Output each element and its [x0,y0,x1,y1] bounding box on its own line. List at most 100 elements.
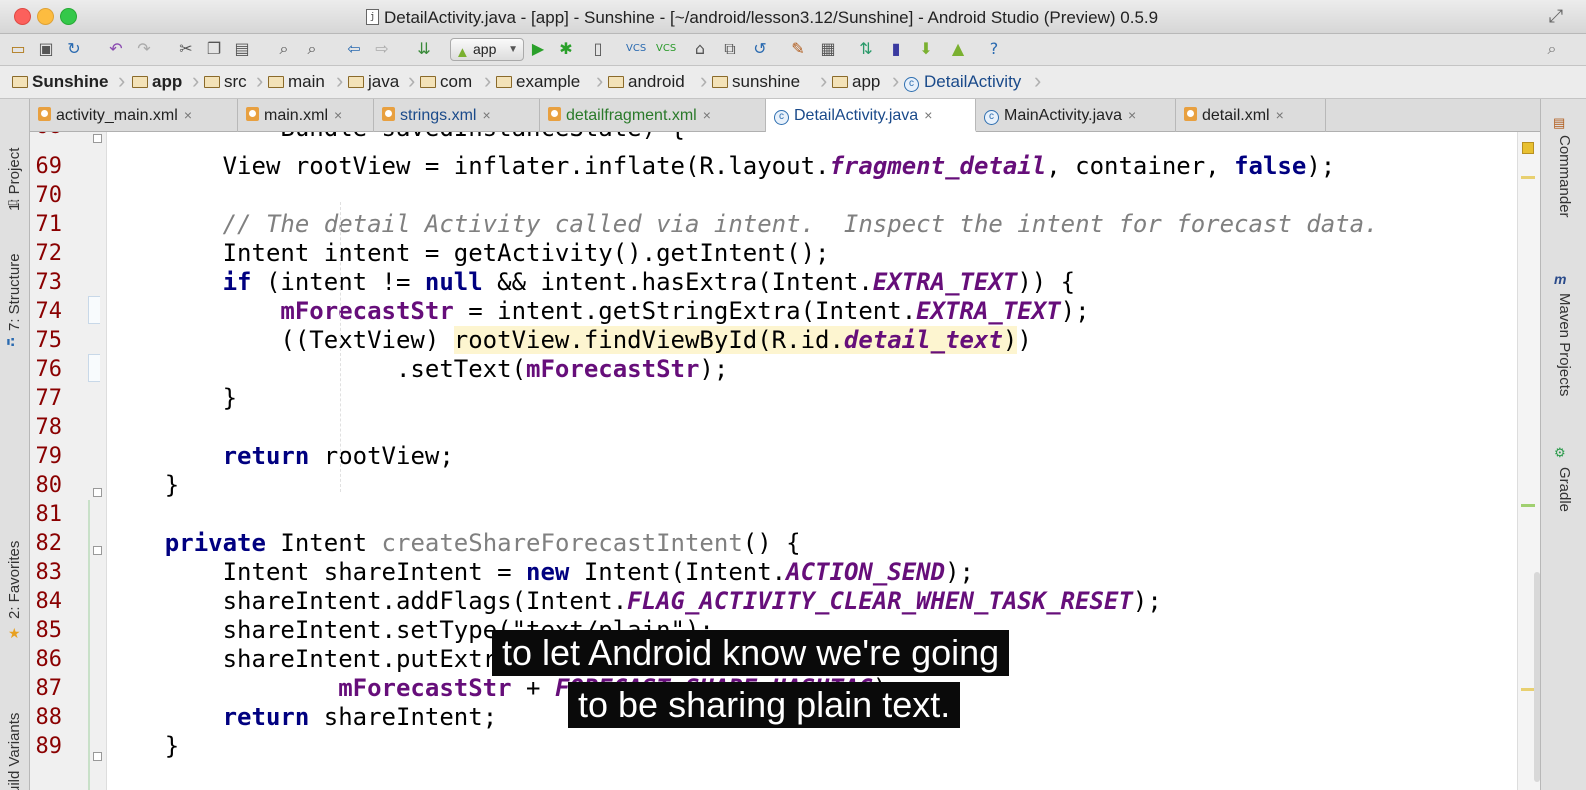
avd-manager-icon[interactable]: ▮ [886,39,906,59]
breadcrumb-item[interactable]: java [348,71,399,93]
project-structure-icon[interactable]: ▦ [818,39,838,59]
package-icon [712,76,728,88]
breadcrumb-item[interactable]: src [204,71,247,93]
attach-debugger-icon[interactable]: ▯ [588,39,608,59]
save-icon[interactable]: ▣ [36,39,56,59]
editor-marker-bar[interactable] [1517,132,1540,790]
code-line: shareIntent.addFlags(Intent.FLAG_ACTIVIT… [107,587,1162,615]
fold-marker-icon[interactable] [93,488,102,497]
breadcrumb-separator: › [256,68,264,93]
tool-tab-gradle[interactable]: Gradle [1556,467,1573,512]
warning-indicator-icon[interactable] [1522,142,1534,154]
debug-icon[interactable]: ✱ [556,39,576,59]
open-folder-icon[interactable]: ▭ [8,39,28,59]
code-line: private Intent createShareForecastIntent… [164,529,801,557]
line-number: 76 [35,357,63,382]
run-icon[interactable]: ▶ [528,39,548,59]
breadcrumb-item[interactable]: sunshine [712,71,800,93]
line-number: 71 [35,212,63,237]
breadcrumb-item[interactable]: android [608,71,685,93]
fullscreen-icon[interactable]: ⤢ [1546,7,1566,27]
minimize-window-button[interactable] [37,8,54,25]
tool-tab-structure[interactable]: 7: Structure [6,253,23,331]
breadcrumb-item[interactable]: app [832,71,880,93]
tab-detail-xml[interactable]: detail.xml × [1176,99,1326,132]
gradle-sync-icon[interactable]: ⇅ [856,39,876,59]
breadcrumb-item[interactable]: Sunshine [12,71,109,93]
tab-activity-main-xml[interactable]: activity_main.xml × [30,99,238,132]
close-tab-icon[interactable]: × [1128,107,1136,123]
line-number: 68 [30,132,63,141]
back-icon[interactable]: ⇦ [344,39,364,59]
tab-main-xml[interactable]: main.xml × [238,99,374,132]
sync-icon[interactable]: ↻ [64,39,84,59]
copy-icon[interactable]: ❐ [204,39,224,59]
paste-icon[interactable]: ▤ [232,39,252,59]
compare-icon[interactable]: ⧉ [720,39,740,59]
star-icon: ★ [8,625,21,641]
line-number: 74 [35,299,63,324]
cut-icon[interactable]: ✂ [176,39,196,59]
breadcrumb-item[interactable]: app [132,71,182,93]
line-number: 88 [35,705,63,730]
left-tool-strip: 1: Project ▭ 7: Structure ⑆ 2: Favorites… [0,99,30,790]
close-tab-icon[interactable]: × [482,107,490,123]
maven-icon: m [1554,271,1567,287]
code-line: .setText(mForecastStr); [107,355,729,383]
close-tab-icon[interactable]: × [334,107,342,123]
make-project-icon[interactable]: ⇊ [414,39,434,59]
settings-icon[interactable]: ✎ [788,39,808,59]
error-stripe[interactable] [1521,176,1535,179]
search-everywhere-icon[interactable]: ⌕ [1542,39,1562,59]
tool-tab-maven-projects[interactable]: Maven Projects [1556,293,1573,396]
close-tab-icon[interactable]: × [184,107,192,123]
tab-detailfragment-xml[interactable]: detailfragment.xml × [540,99,766,132]
error-stripe[interactable] [1521,688,1535,691]
close-tab-icon[interactable]: × [924,107,932,123]
close-tab-icon[interactable]: × [703,107,711,123]
tab-strings-xml[interactable]: strings.xml × [374,99,540,132]
vcs-history-icon[interactable]: ⌂ [690,39,710,59]
folder-icon [12,76,28,88]
close-window-button[interactable] [14,8,31,25]
line-number: 75 [35,328,63,353]
android-icon: ▲ [455,44,470,61]
sdk-manager-icon[interactable]: ⬇ [916,39,936,59]
tool-tab-favorites[interactable]: 2: Favorites [6,541,23,619]
zoom-window-button[interactable] [60,8,77,25]
redo-icon[interactable]: ↷ [134,39,154,59]
vcs-commit-icon[interactable]: VCS [656,39,676,59]
fold-marker-icon[interactable] [93,134,102,143]
breadcrumb-item[interactable]: com [420,71,472,93]
breadcrumb-item[interactable]: c DetailActivity [904,71,1021,93]
run-configuration-select[interactable]: ▲ app ▼ [450,38,524,61]
breadcrumb-separator: › [336,68,344,93]
error-stripe[interactable] [1521,504,1535,507]
window-title: DetailActivity.java - [app] - Sunshine -… [384,8,1159,27]
code-line-partial: Bundle savedInstanceState) { [107,132,685,143]
line-number: 89 [35,734,63,759]
breadcrumb-item[interactable]: example [496,71,580,93]
tool-tab-commander[interactable]: Commander [1556,135,1573,218]
class-icon: c [904,77,919,92]
fold-marker-icon[interactable] [93,546,102,555]
vcs-update-icon[interactable]: VCS [626,39,646,59]
revert-icon[interactable]: ↺ [750,39,770,59]
help-icon[interactable]: ? [984,39,1004,59]
code-line: return rootView; [222,442,454,470]
tab-main-activity-java[interactable]: c MainActivity.java × [976,99,1176,132]
close-tab-icon[interactable]: × [1276,107,1284,123]
scrollbar-thumb[interactable] [1534,572,1540,782]
breadcrumb-item[interactable]: main [268,71,325,93]
undo-icon[interactable]: ↶ [106,39,126,59]
android-monitor-icon[interactable]: ▲ [948,39,968,59]
replace-icon[interactable]: ⌕ [302,39,322,59]
fold-marker-icon[interactable] [93,752,102,761]
line-number: 70 [35,183,63,208]
find-icon[interactable]: ⌕ [274,39,294,59]
folder-icon [348,76,364,88]
chevron-down-icon: ▼ [508,44,518,55]
tab-detail-activity-java[interactable]: c DetailActivity.java × [766,99,976,132]
forward-icon[interactable]: ⇨ [372,39,392,59]
tool-tab-build-variants[interactable]: Build Variants [6,713,23,790]
